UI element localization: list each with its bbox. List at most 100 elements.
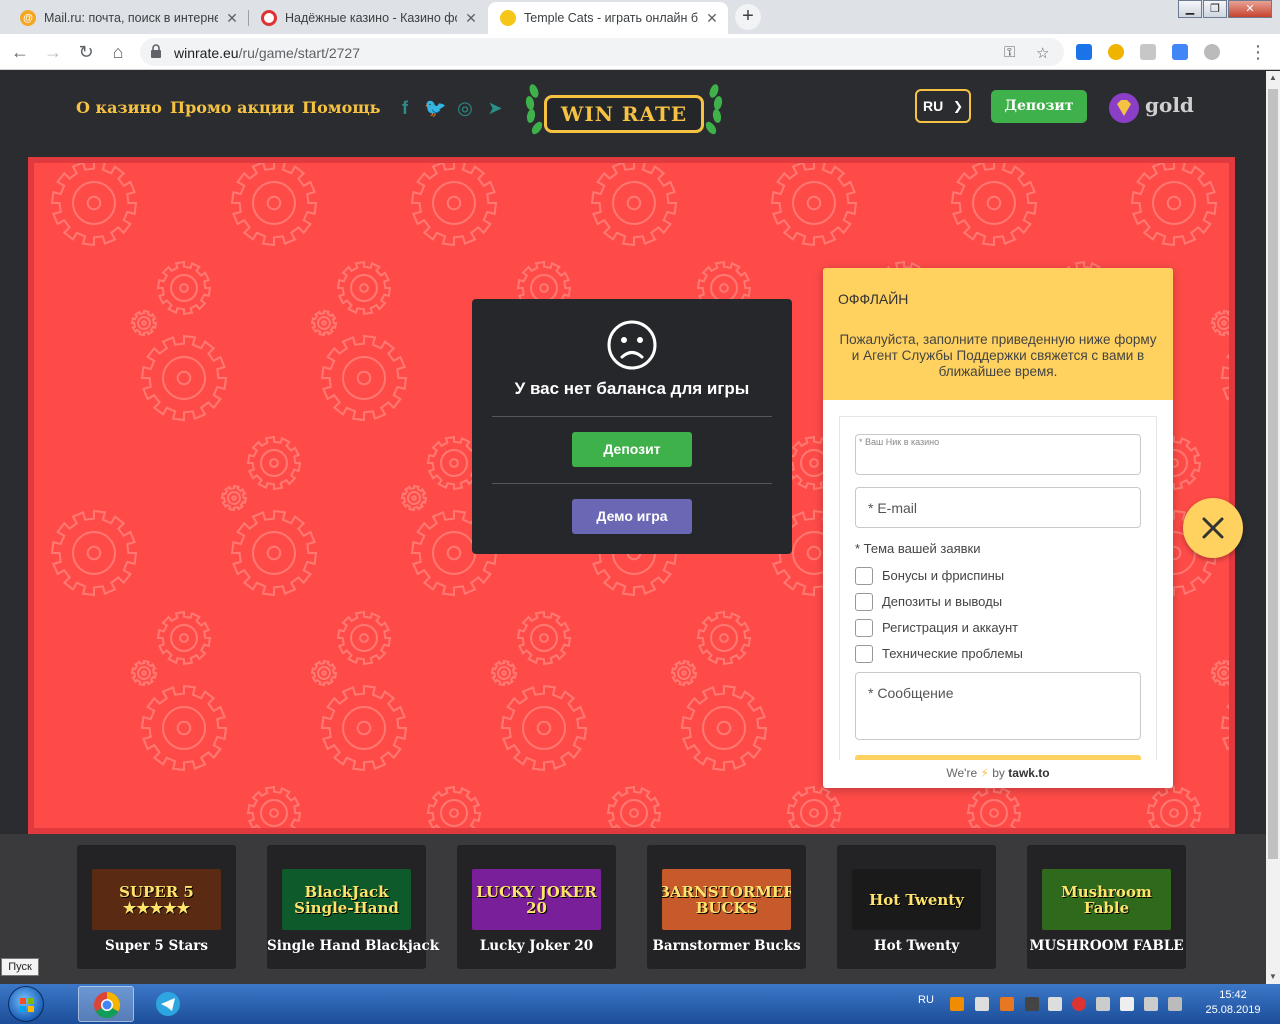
scroll-down-icon[interactable]: ▼ [1266, 970, 1280, 984]
game-thumbnail: LUCKY JOKER 20 [472, 869, 601, 930]
close-icon [1202, 517, 1224, 539]
forward-icon[interactable]: → [41, 40, 65, 64]
reload-icon[interactable]: ↻ [74, 40, 98, 64]
game-card[interactable]: BARNSTORMER BUCKS Barnstormer Bucks [647, 845, 806, 969]
close-tab-icon[interactable]: ✕ [224, 10, 240, 26]
site-logo[interactable]: WIN RATE [520, 79, 728, 141]
home-icon[interactable]: ⌂ [106, 40, 130, 64]
tab-temple-cats[interactable]: Temple Cats - играть онлайн бе ✕ [488, 2, 728, 34]
footer-by: by [992, 766, 1005, 780]
divider [492, 483, 772, 484]
loyalty-level[interactable]: gold [1145, 93, 1194, 117]
nav-help[interactable]: Помощь [302, 98, 381, 117]
demo-game-button[interactable]: Демо игра [572, 499, 692, 534]
tray-app-icon[interactable] [950, 997, 964, 1011]
sad-face-icon [607, 320, 657, 370]
topic-label-technical[interactable]: Технические проблемы [882, 646, 1023, 661]
network-icon[interactable] [1144, 997, 1158, 1011]
new-tab-button[interactable]: + [735, 4, 761, 30]
game-thumbnail: SUPER 5 ★★★★★ [92, 869, 221, 930]
nav-about[interactable]: О казино [76, 98, 162, 117]
maximize-button[interactable]: ❐ [1203, 0, 1227, 18]
message-field[interactable]: * Сообщение [855, 672, 1141, 740]
nick-placeholder: * Ваш Ник в казино [859, 437, 940, 447]
flag-icon[interactable] [1120, 997, 1134, 1011]
search-extension-icon[interactable] [1076, 44, 1092, 60]
key-icon[interactable]: ⚿ [1004, 44, 1015, 61]
chat-header: ОФФЛАЙН Пожалуйста, заполните приведенну… [823, 268, 1173, 400]
game-thumbnail: Hot Twenty [852, 869, 981, 930]
topic-label-registration[interactable]: Регистрация и аккаунт [882, 620, 1018, 635]
game-thumbnail: Mushroom Fable [1042, 869, 1171, 930]
facebook-icon[interactable]: f [394, 97, 416, 119]
game-thumbnail: BARNSTORMER BUCKS [662, 869, 791, 930]
game-name: Barnstormer Bucks [652, 938, 801, 954]
twitter-icon[interactable]: 🐦 [424, 97, 446, 119]
tray-app-icon[interactable] [975, 997, 989, 1011]
chat-footer[interactable]: We're ⚡ by tawk.to [823, 762, 1173, 788]
clock[interactable]: 15:42 25.08.2019 [1198, 988, 1268, 1018]
volume-icon[interactable] [1096, 997, 1110, 1011]
close-tab-icon[interactable]: ✕ [704, 10, 720, 26]
no-balance-message: У вас нет баланса для игры [514, 379, 750, 398]
header-deposit-button[interactable]: Депозит [991, 90, 1087, 123]
browser-toolbar: ← → ↻ ⌂ winrate.eu/ru/game/start/2727 ⚿ … [0, 34, 1280, 70]
tab-mailru[interactable]: @ Mail.ru: почта, поиск в интернете ✕ [8, 2, 248, 34]
topic-label-bonuses[interactable]: Бонусы и фриспины [882, 568, 1004, 583]
bookmark-star-icon[interactable]: ☆ [1036, 44, 1049, 62]
extension-icon[interactable] [1204, 44, 1220, 60]
minimize-button[interactable]: ▁ [1178, 0, 1202, 18]
scrollbar-thumb[interactable] [1268, 89, 1278, 859]
close-tab-icon[interactable]: ✕ [463, 10, 479, 26]
chat-status: ОФФЛАЙН [838, 291, 909, 307]
shield-icon[interactable] [1140, 44, 1156, 60]
game-card[interactable]: BlackJack Single-Hand Single Hand Blackj… [267, 845, 439, 969]
email-field[interactable]: * E-mail [855, 487, 1141, 528]
url-text[interactable]: winrate.eu/ru/game/start/2727 [174, 45, 360, 61]
tray-app-icon[interactable] [1072, 997, 1086, 1011]
window-close-button[interactable]: ✕ [1228, 0, 1272, 18]
start-button[interactable] [8, 986, 44, 1022]
thumbnail-text: LUCKY JOKER 20 [476, 882, 597, 917]
tray-language[interactable]: RU [918, 994, 934, 1006]
extension-icon[interactable] [1108, 44, 1124, 60]
back-icon[interactable]: ← [8, 40, 32, 64]
thumbnail-text: BlackJack Single-Hand [294, 882, 399, 917]
game-card[interactable]: SUPER 5 ★★★★★ Super 5 Stars [77, 845, 236, 969]
gem-icon [1109, 93, 1139, 123]
taskbar-chrome[interactable] [78, 986, 134, 1022]
chrome-icon [94, 991, 121, 1019]
game-card[interactable]: LUCKY JOKER 20 Lucky Joker 20 [457, 845, 616, 969]
topic-label: * Тема вашей заявки [855, 541, 981, 556]
tray-app-icon[interactable] [1025, 997, 1039, 1011]
clock-date: 25.08.2019 [1205, 1004, 1261, 1016]
scroll-up-icon[interactable]: ▲ [1266, 71, 1280, 85]
menu-icon[interactable]: ⋮ [1246, 40, 1270, 64]
address-bar[interactable]: winrate.eu/ru/game/start/2727 ⚿ ☆ [140, 38, 1064, 66]
tray-app-icon[interactable] [1048, 997, 1062, 1011]
topic-checkbox[interactable] [855, 645, 873, 663]
topic-checkbox[interactable] [855, 593, 873, 611]
tab-title: Temple Cats - играть онлайн бе [524, 11, 698, 25]
submit-button[interactable] [855, 755, 1141, 760]
taskbar-telegram[interactable] [140, 986, 196, 1022]
telegram-icon[interactable]: ➤ [484, 97, 506, 119]
game-card[interactable]: Hot Twenty Hot Twenty [837, 845, 996, 969]
nick-field[interactable]: * Ваш Ник в казино [855, 434, 1141, 475]
instagram-icon[interactable]: ◎ [454, 97, 476, 119]
modal-deposit-button[interactable]: Депозит [572, 432, 692, 467]
language-select[interactable]: RU ❯ [915, 89, 971, 123]
windows-logo-icon [20, 998, 34, 1012]
game-card[interactable]: Mushroom Fable MUSHROOM FABLE [1027, 845, 1186, 969]
nav-promo[interactable]: Промо акции [170, 98, 295, 117]
clock-time: 15:42 [1219, 989, 1247, 1001]
topic-checkbox[interactable] [855, 567, 873, 585]
topic-checkbox[interactable] [855, 619, 873, 637]
chat-close-button[interactable] [1183, 498, 1243, 558]
tray-app-icon[interactable] [1168, 997, 1182, 1011]
translate-icon[interactable] [1172, 44, 1188, 60]
topic-label-deposits[interactable]: Депозиты и выводы [882, 594, 1002, 609]
tray-app-icon[interactable] [1000, 997, 1014, 1011]
tab-casino[interactable]: Надёжные казино - Казино фор ✕ [249, 2, 487, 34]
page-scrollbar[interactable]: ▲ ▼ [1266, 71, 1280, 984]
